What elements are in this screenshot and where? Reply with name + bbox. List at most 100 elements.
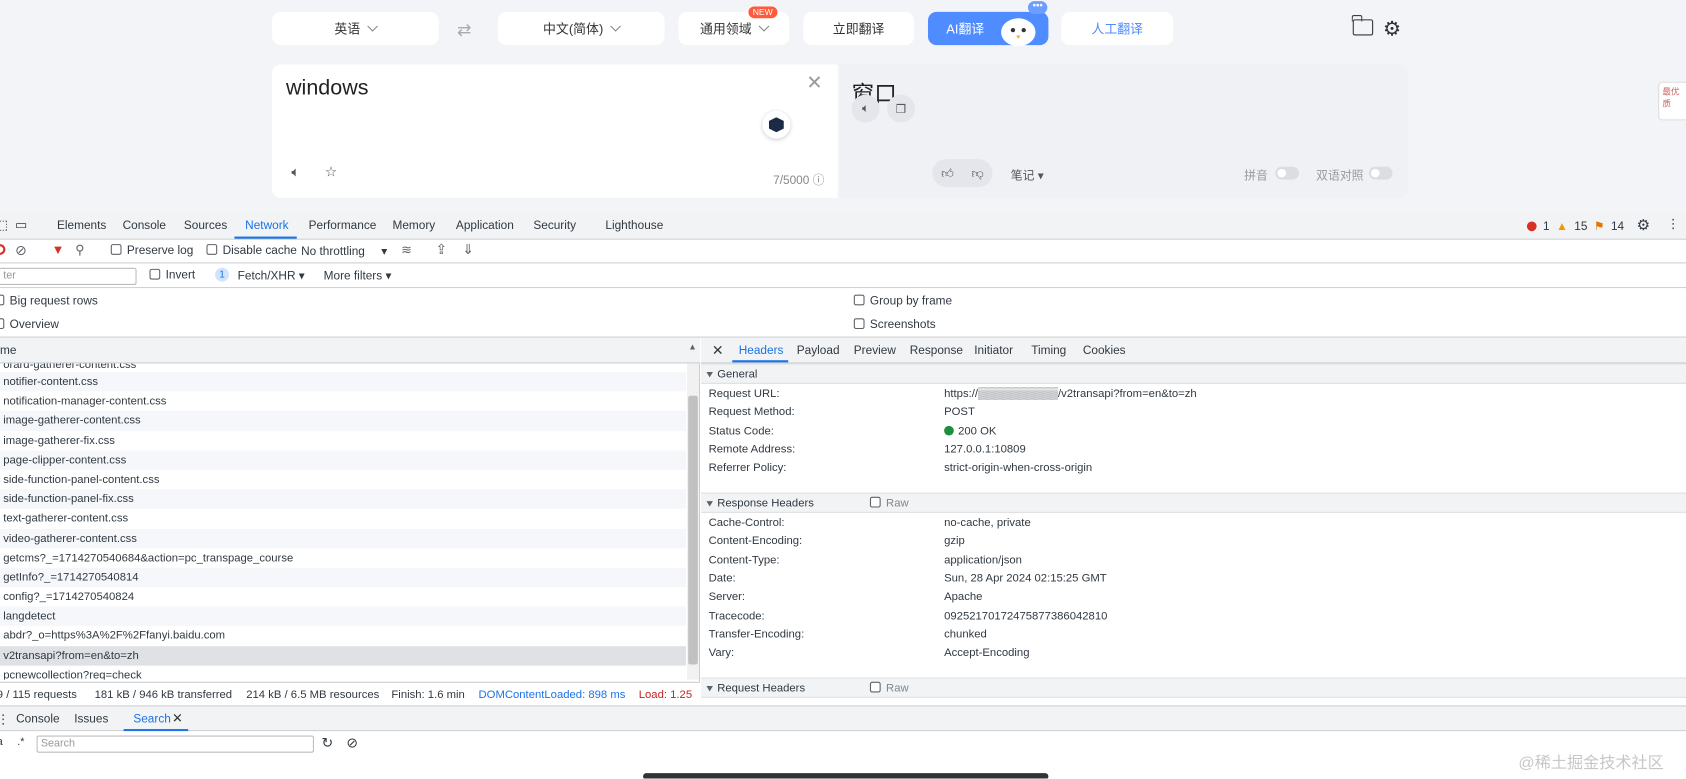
request-row[interactable]: pcnewcollection?req=check xyxy=(0,665,686,680)
tab-timing[interactable]: Timing xyxy=(1031,344,1066,357)
match-case-icon[interactable]: a xyxy=(0,737,3,749)
side-widget[interactable]: 最优 质 xyxy=(1658,81,1686,121)
request-row[interactable]: side-function-panel-content.css xyxy=(0,470,686,490)
tab-headers[interactable]: Headers xyxy=(739,344,784,357)
general-section-header[interactable]: General xyxy=(701,363,1686,384)
disable-cache-checkbox[interactable]: Disable cache xyxy=(206,244,297,257)
big-rows-checkbox[interactable]: Big request rows xyxy=(0,294,98,308)
request-row[interactable]: getcms?_=1714270540684&action=pc_transpa… xyxy=(0,548,686,568)
close-icon[interactable]: ✕ xyxy=(712,342,724,359)
raw-checkbox[interactable]: Raw xyxy=(869,679,909,698)
tab-security[interactable]: Security xyxy=(533,219,576,232)
issue-counters[interactable]: 1 ▲ 15 ⚑ 14 xyxy=(1526,219,1624,233)
more-filters-select[interactable]: More filters ▾ xyxy=(324,269,392,283)
tab-performance[interactable]: Performance xyxy=(309,219,377,232)
network-conditions-icon[interactable]: ≋ xyxy=(401,242,412,257)
notes-dropdown[interactable]: 笔记 ▾ xyxy=(1011,167,1044,184)
download-icon[interactable]: ⇓ xyxy=(462,241,474,258)
tab-payload[interactable]: Payload xyxy=(797,344,840,357)
request-row[interactable]: image-gatherer-content.css xyxy=(0,411,687,431)
tab-preview[interactable]: Preview xyxy=(854,344,896,357)
refresh-icon[interactable]: ↻ xyxy=(322,734,334,751)
request-row[interactable]: text-gatherer-content.css xyxy=(0,509,686,529)
group-by-frame-checkbox[interactable]: Group by frame xyxy=(853,294,952,308)
more-icon[interactable]: ⋮ xyxy=(0,712,10,727)
copy-icon[interactable]: ❐ xyxy=(887,94,916,123)
screenshots-checkbox[interactable]: Screenshots xyxy=(853,318,936,331)
throttling-select[interactable]: No throttling ▾ xyxy=(301,244,387,258)
request-row[interactable]: video-gatherer-content.css xyxy=(0,528,687,549)
clear-icon[interactable]: ⊘ xyxy=(15,242,27,259)
translate-button[interactable]: 立即翻译 xyxy=(803,11,915,46)
request-row[interactable]: langdetect xyxy=(0,606,687,627)
upload-icon[interactable]: ⇪ xyxy=(435,241,447,258)
preserve-log-checkbox[interactable]: Preserve log xyxy=(110,244,193,257)
feedback-buttons[interactable]: 👍︎ 👎︎ xyxy=(932,159,993,188)
gear-icon[interactable]: ⚙ xyxy=(1383,17,1401,42)
search-input[interactable]: Search xyxy=(36,735,314,753)
record-icon[interactable] xyxy=(0,244,6,255)
device-toggle-icon[interactable]: ▭ xyxy=(15,217,27,232)
filter-icon[interactable]: ▼ xyxy=(52,242,65,257)
request-row[interactable]: v2transapi?from=en&to=zh xyxy=(0,645,687,666)
speaker-icon[interactable]: 🔈︎ xyxy=(291,163,299,180)
scrollbar-thumb[interactable] xyxy=(688,395,698,665)
folder-icon[interactable] xyxy=(1352,15,1374,36)
request-row[interactable]: notification-manager-content.css xyxy=(0,392,686,412)
star-icon[interactable]: ☆ xyxy=(325,163,338,180)
source-text-panel[interactable]: windows ✕ 🔈︎ ☆ 7/5000 ⓘ xyxy=(272,64,838,198)
request-row[interactable]: getInfo?_=1714270540814 xyxy=(0,567,687,588)
regex-icon[interactable]: .* xyxy=(17,737,24,749)
raw-checkbox[interactable]: Raw xyxy=(869,494,909,513)
drawer-tab-issues[interactable]: Issues xyxy=(74,713,108,726)
request-row[interactable]: page-clipper-content.css xyxy=(0,450,687,470)
response-headers-section-header[interactable]: Response Headers Raw xyxy=(701,492,1686,513)
request-row[interactable]: side-function-panel-fix.css xyxy=(0,489,687,509)
tab-cookies[interactable]: Cookies xyxy=(1083,344,1126,357)
clear-icon[interactable]: ⊘ xyxy=(346,734,358,751)
settings-icon[interactable]: ⚙ xyxy=(1637,216,1651,234)
name-column-header[interactable]: me xyxy=(0,344,16,357)
inspect-icon[interactable]: ⬚ xyxy=(0,217,8,232)
source-text[interactable]: windows xyxy=(286,76,368,101)
type-filter-select[interactable]: Fetch/XHR ▾ xyxy=(238,269,305,283)
request-row[interactable]: config?_=1714270540824 xyxy=(0,587,686,607)
search-icon[interactable]: ⚲ xyxy=(75,242,84,257)
human-translate-button[interactable]: 人工翻译 xyxy=(1061,11,1174,46)
drawer-tab-console[interactable]: Console xyxy=(16,713,59,726)
close-icon[interactable]: ✕ xyxy=(172,711,183,726)
tab-memory[interactable]: Memory xyxy=(392,219,435,232)
tab-sources[interactable]: Sources xyxy=(184,219,227,232)
swap-languages-icon[interactable]: ⇄ xyxy=(457,19,471,41)
thumbs-down-icon[interactable]: 👎︎ xyxy=(972,166,984,180)
bilingual-toggle[interactable] xyxy=(1368,166,1393,180)
assistant-icon[interactable] xyxy=(762,110,791,139)
request-row[interactable]: abdr?_o=https%3A%2F%2Ffanyi.baidu.com xyxy=(0,626,686,646)
request-row[interactable]: orard-gatherer-content.css xyxy=(0,363,686,372)
mascot-icon xyxy=(1001,18,1036,47)
request-row[interactable]: notifier-content.css xyxy=(0,372,687,392)
invert-checkbox[interactable]: Invert xyxy=(149,268,195,282)
drawer-tab-search[interactable]: Search xyxy=(133,713,170,726)
more-menu-icon[interactable]: ⋮ xyxy=(1667,216,1680,231)
tab-lighthouse[interactable]: Lighthouse xyxy=(605,219,663,232)
overview-checkbox[interactable]: Overview xyxy=(0,318,59,331)
tab-initiator[interactable]: Initiator xyxy=(974,344,1013,357)
scrollbar[interactable] xyxy=(687,363,699,680)
bottom-scrollbar[interactable] xyxy=(643,773,1049,779)
thumbs-up-icon[interactable]: 👍︎ xyxy=(941,166,953,180)
tab-console[interactable]: Console xyxy=(123,219,166,232)
request-headers-section-header[interactable]: Request Headers Raw xyxy=(701,677,1686,698)
speaker-icon[interactable]: 🔈︎ xyxy=(851,94,880,123)
pinyin-toggle[interactable] xyxy=(1275,166,1299,180)
target-language-select[interactable]: 中文(简体) xyxy=(497,11,665,46)
request-row[interactable]: image-gatherer-fix.css xyxy=(0,431,686,451)
tab-application[interactable]: Application xyxy=(456,219,514,232)
source-language-select[interactable]: 英语 xyxy=(272,11,439,46)
scroll-up-icon[interactable]: ▲ xyxy=(688,342,697,352)
tab-elements[interactable]: Elements xyxy=(57,219,106,232)
close-icon[interactable]: ✕ xyxy=(806,72,822,95)
tab-network[interactable]: Network xyxy=(245,219,288,232)
tab-response[interactable]: Response xyxy=(910,344,963,357)
filter-input[interactable]: ter xyxy=(0,267,137,285)
